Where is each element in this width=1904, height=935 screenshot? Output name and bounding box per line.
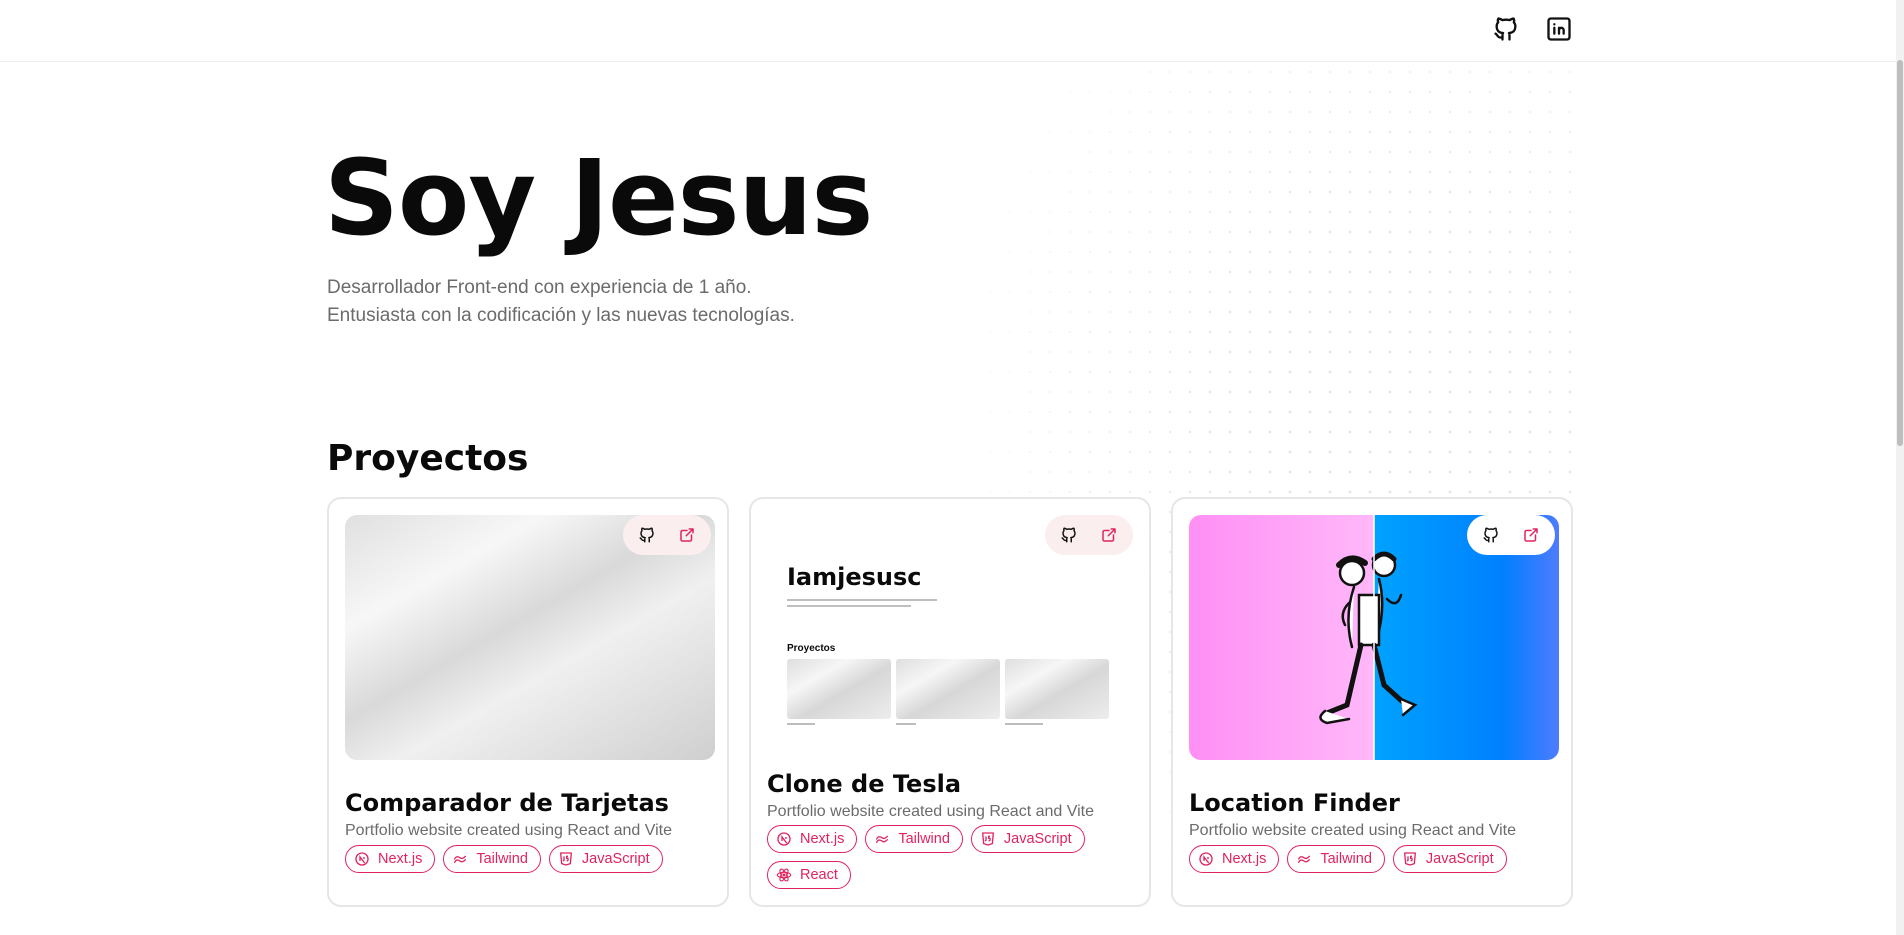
linkedin-icon[interactable] — [1544, 14, 1574, 44]
github-icon[interactable] — [1473, 519, 1509, 551]
tag-label: Tailwind — [476, 851, 528, 867]
project-actions — [1045, 515, 1133, 555]
tailwind-icon — [454, 855, 467, 863]
tag-label: Tailwind — [898, 831, 950, 847]
github-icon[interactable] — [629, 519, 665, 551]
top-navbar — [0, 0, 1898, 62]
nextjs-icon — [355, 852, 369, 866]
tag-label: Next.js — [1222, 851, 1267, 867]
hero-title: Soy Jesus — [324, 137, 873, 259]
preview-card — [787, 659, 891, 719]
tag-react: React — [767, 861, 851, 889]
tag-javascript: JavaScript — [970, 825, 1085, 853]
project-title[interactable]: Clone de Tesla — [767, 770, 961, 798]
external-link-icon[interactable] — [1091, 519, 1127, 551]
project-card: Comparador de Tarjetas Portfolio website… — [327, 497, 729, 907]
tag-tailwind: Tailwind — [865, 825, 963, 853]
preview-card — [896, 659, 1000, 719]
tailwind-icon — [1298, 855, 1311, 863]
javascript-icon — [1403, 852, 1416, 866]
github-icon[interactable] — [1491, 14, 1521, 44]
tag-list: Next.js Tailwind JavaScript — [345, 845, 725, 873]
tag-list: Next.js Tailwind JavaScript React — [767, 825, 1147, 889]
tag-label: JavaScript — [581, 851, 650, 867]
github-icon[interactable] — [1051, 519, 1087, 551]
tailwind-icon — [876, 835, 889, 843]
page-scrollbar[interactable] — [1896, 0, 1904, 935]
javascript-icon — [981, 832, 994, 846]
tag-nextjs: Next.js — [345, 845, 436, 873]
tag-javascript: JavaScript — [548, 845, 663, 873]
project-card: Location Finder Portfolio website create… — [1171, 497, 1573, 907]
nextjs-icon — [1199, 852, 1213, 866]
react-icon — [776, 868, 792, 882]
javascript-icon — [559, 852, 572, 866]
preview-text-line — [1005, 723, 1043, 725]
project-card: Iamjesusc Proyectos Clone de Tesla Portf… — [749, 497, 1151, 907]
project-title[interactable]: Comparador de Tarjetas — [345, 789, 669, 817]
nextjs-icon — [777, 832, 791, 846]
hero-bio: Desarrollador Front-end con experiencia … — [327, 274, 795, 330]
tag-nextjs: Next.js — [767, 825, 858, 853]
preview-text-line — [896, 723, 916, 725]
tag-label: Next.js — [800, 831, 845, 847]
tag-label: Tailwind — [1320, 851, 1372, 867]
scrollbar-thumb[interactable] — [1897, 60, 1903, 446]
preview-section: Proyectos — [787, 643, 836, 654]
bio-line: Desarrollador Front-end con experiencia … — [327, 277, 752, 298]
tag-label: JavaScript — [1003, 831, 1072, 847]
project-title[interactable]: Location Finder — [1189, 789, 1400, 817]
tag-javascript: JavaScript — [1392, 845, 1507, 873]
tag-tailwind: Tailwind — [443, 845, 541, 873]
preview-text-line — [787, 599, 937, 601]
tag-label: JavaScript — [1425, 851, 1494, 867]
preview-text-line — [787, 605, 911, 607]
preview-text-line — [787, 723, 815, 725]
project-description: Portfolio website created using React an… — [345, 822, 673, 839]
tag-list: Next.js Tailwind JavaScript — [1189, 845, 1569, 873]
tag-tailwind: Tailwind — [1287, 845, 1385, 873]
preview-title: Iamjesusc — [787, 563, 922, 591]
project-description: Portfolio website created using React an… — [767, 803, 1095, 820]
project-actions — [623, 515, 711, 555]
project-description: Portfolio website created using React an… — [1189, 822, 1517, 839]
tag-nextjs: Next.js — [1189, 845, 1280, 873]
preview-card — [1005, 659, 1109, 719]
external-link-icon[interactable] — [1513, 519, 1549, 551]
external-link-icon[interactable] — [669, 519, 705, 551]
tag-label: React — [800, 867, 838, 883]
projects-heading: Proyectos — [327, 438, 529, 479]
project-actions — [1467, 515, 1555, 555]
tag-label: Next.js — [378, 851, 423, 867]
bio-line: Entusiasta con la codificación y las nue… — [327, 305, 795, 326]
